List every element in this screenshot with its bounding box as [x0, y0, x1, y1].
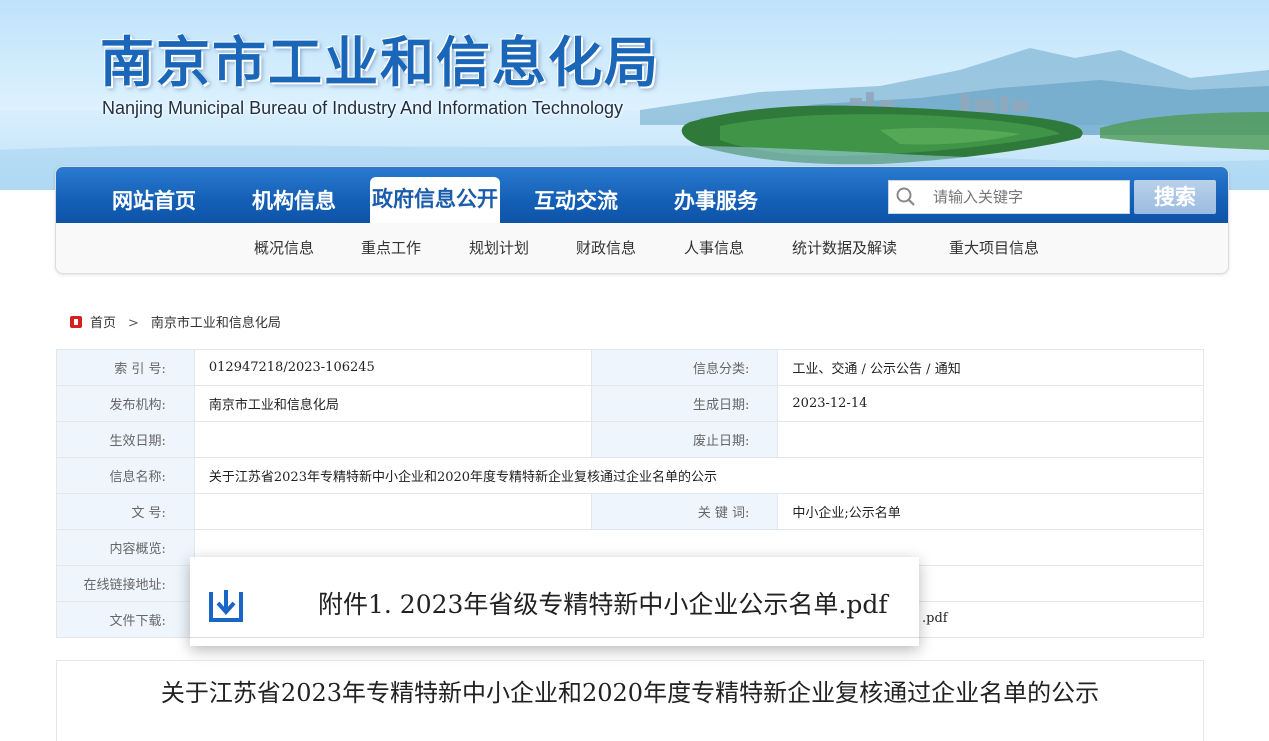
doc-number-label: 文 号: — [56, 493, 195, 530]
created-date-value: 2023-12-14 — [777, 385, 1204, 422]
download-link-tail[interactable]: .pdf — [922, 611, 948, 626]
download-icon[interactable] — [208, 589, 244, 623]
sub-nav: 概况信息 重点工作 规划计划 财政信息 人事信息 统计数据及解读 重大项目信息 — [56, 223, 1228, 273]
table-row: 信息名称: 关于江苏省2023年专精特新中小企业和2020年度专精特新企业复核通… — [56, 457, 1205, 494]
sub-nav-finance[interactable]: 财政信息 — [576, 237, 636, 258]
keywords-label: 关 键 词: — [590, 493, 779, 530]
keywords-value: 中小企业;公示名单 — [777, 493, 1204, 530]
table-row: 索 引 号: 012947218/2023-106245 信息分类: 工业、交通… — [56, 349, 1204, 386]
effective-date-label: 生效日期: — [56, 421, 195, 458]
sub-nav-statistics[interactable]: 统计数据及解读 — [792, 237, 897, 258]
sub-nav-planning[interactable]: 规划计划 — [469, 237, 529, 258]
info-name-label: 信息名称: — [56, 457, 195, 494]
summary-label: 内容概览: — [56, 529, 195, 566]
popup-divider — [190, 637, 919, 638]
attachment-filename-link[interactable]: 附件1. 2023年省级专精特新中小企业公示名单.pdf — [318, 585, 888, 621]
info-name-value: 关于江苏省2023年专精特新中小企业和2020年度专精特新企业复核通过企业名单的… — [193, 457, 1205, 494]
effective-date-value — [193, 421, 592, 458]
file-download-label: 文件下载: — [56, 601, 195, 638]
sub-nav-personnel[interactable]: 人事信息 — [684, 237, 744, 258]
search-input[interactable] — [933, 181, 1123, 213]
expire-date-value — [777, 421, 1204, 458]
online-link-label: 在线链接地址: — [56, 565, 195, 602]
search-box — [888, 180, 1130, 214]
publisher-label: 发布机构: — [56, 385, 195, 422]
breadcrumb-current[interactable]: 南京市工业和信息化局 — [151, 316, 281, 331]
sub-nav-overview[interactable]: 概况信息 — [254, 237, 314, 258]
doc-number-value — [193, 493, 592, 530]
nav-item-interaction[interactable]: 互动交流 — [516, 179, 636, 223]
index-label: 索 引 号: — [56, 349, 195, 386]
nav-item-services[interactable]: 办事服务 — [656, 179, 776, 223]
attachment-popup: 附件1. 2023年省级专精特新中小企业公示名单.pdf — [190, 557, 919, 646]
created-date-label: 生成日期: — [590, 385, 779, 422]
breadcrumb: 首页 > 南京市工业和信息化局 — [70, 312, 281, 331]
location-icon — [70, 316, 82, 328]
breadcrumb-home[interactable]: 首页 — [90, 316, 116, 331]
sub-nav-major-projects[interactable]: 重大项目信息 — [949, 237, 1039, 258]
site-title: 南京市工业和信息化局 — [100, 30, 660, 94]
site-banner: 南京市工业和信息化局 Nanjing Municipal Bureau of I… — [0, 0, 1269, 190]
navigation: 网站首页 机构信息 政府信息公开 互动交流 办事服务 搜索 概况信息 重点工作 … — [55, 166, 1229, 274]
expire-date-label: 废止日期: — [590, 421, 779, 458]
category-value: 工业、交通 / 公示公告 / 通知 — [777, 349, 1204, 386]
search-icon — [896, 187, 915, 206]
article-container: 关于江苏省2023年专精特新中小企业和2020年度专精特新企业复核通过企业名单的… — [56, 660, 1204, 741]
site-subtitle: Nanjing Municipal Bureau of Industry And… — [102, 98, 623, 118]
search-button[interactable]: 搜索 — [1134, 180, 1216, 214]
table-row: 生效日期: 废止日期: — [56, 421, 1204, 458]
table-row: 文 号: 关 键 词: 中小企业;公示名单 — [56, 493, 1204, 530]
breadcrumb-separator: > — [128, 316, 139, 331]
table-row: 发布机构: 南京市工业和信息化局 生成日期: 2023-12-14 — [56, 385, 1204, 422]
article-title: 关于江苏省2023年专精特新中小企业和2020年度专精特新企业复核通过企业名单的… — [160, 679, 1100, 707]
main-nav-bar: 网站首页 机构信息 政府信息公开 互动交流 办事服务 搜索 — [56, 167, 1228, 223]
nav-item-organization[interactable]: 机构信息 — [234, 179, 354, 223]
category-label: 信息分类: — [590, 349, 779, 386]
nav-item-home[interactable]: 网站首页 — [94, 179, 214, 223]
nav-item-gov-info-disclosure[interactable]: 政府信息公开 — [370, 177, 500, 223]
publisher-value: 南京市工业和信息化局 — [193, 385, 592, 422]
sub-nav-key-work[interactable]: 重点工作 — [361, 237, 421, 258]
index-value: 012947218/2023-106245 — [193, 349, 592, 386]
